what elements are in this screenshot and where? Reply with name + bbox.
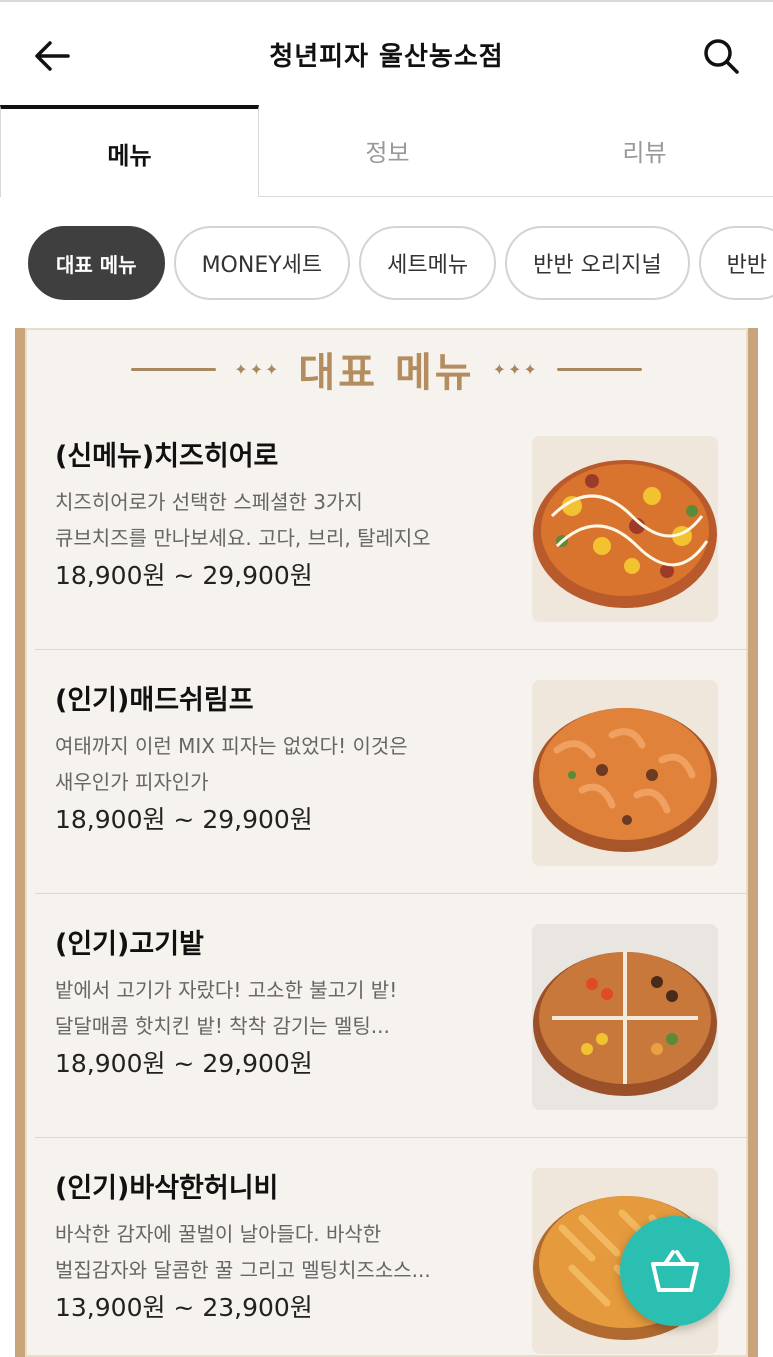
item-description-line: 벌집감자와 달콤한 꿀 그리고 멜팅치즈소스... xyxy=(55,1258,431,1282)
pizza-image xyxy=(532,924,718,1110)
item-price: 18,900원 ~ 29,900원 xyxy=(55,1049,313,1078)
item-description: 치즈히어로가 선택한 스페셜한 3가지 큐브치즈를 만나보세요. 고다, 브리,… xyxy=(55,484,495,556)
pizza-image xyxy=(532,436,718,622)
search-button[interactable] xyxy=(699,34,743,78)
item-price: 13,900원 ~ 23,900원 xyxy=(55,1293,313,1322)
item-description-line: 큐브치즈를 만나보세요. 고다, 브리, 탈레지오 xyxy=(55,526,431,550)
menu-item[interactable]: (인기)매드쉬림프 여태까지 이런 MIX 피자는 없었다! 이것은 새우인가 … xyxy=(35,650,748,894)
top-app-bar: 청년피자 울산농소점 xyxy=(0,0,773,105)
item-price: 18,900원 ~ 29,900원 xyxy=(55,561,313,590)
divider xyxy=(556,367,642,371)
item-name: (신메뉴)치즈히어로 xyxy=(55,441,279,472)
item-description-line: 밭에서 고기가 자랐다! 고소한 불고기 밭! xyxy=(55,978,398,1002)
chip-half-original[interactable]: 반반 오리지널 xyxy=(505,226,690,300)
tab-bar: 메뉴 정보 리뷰 xyxy=(0,105,773,197)
divider xyxy=(131,367,217,371)
tab-menu[interactable]: 메뉴 xyxy=(0,105,259,197)
category-chip-row: 대표 메뉴 MONEY세트 세트메뉴 반반 오리지널 반반 xyxy=(28,226,773,300)
tab-info[interactable]: 정보 xyxy=(259,105,516,196)
sparkle-icon: ✦✦✦ xyxy=(234,359,281,379)
cart-button[interactable] xyxy=(620,1216,730,1326)
item-description-line: 치즈히어로가 선택한 스페셜한 3가지 xyxy=(55,490,363,514)
item-name: (인기)바삭한허니비 xyxy=(55,1173,279,1204)
menu-item[interactable]: (인기)고기밭 밭에서 고기가 자랐다! 고소한 불고기 밭! 달달매콤 핫치킨… xyxy=(35,894,748,1138)
search-icon xyxy=(704,39,739,74)
menu-board: ✦✦✦ 대표 메뉴 ✦✦✦ (신메뉴)치즈히어로 치즈히어로가 선택한 스페셜한… xyxy=(15,328,758,1357)
section-title: 대표 메뉴 xyxy=(298,350,475,396)
page-title: 청년피자 울산농소점 xyxy=(269,42,504,72)
chip-set-menu[interactable]: 세트메뉴 xyxy=(359,226,497,300)
item-name: (인기)고기밭 xyxy=(55,929,204,960)
tab-reviews[interactable]: 리뷰 xyxy=(516,105,773,196)
sparkle-icon: ✦✦✦ xyxy=(492,359,539,379)
item-description-line: 여태까지 이런 MIX 피자는 없었다! 이것은 xyxy=(55,734,408,758)
item-description: 여태까지 이런 MIX 피자는 없었다! 이것은 새우인가 피자인가 xyxy=(55,728,495,800)
item-description: 바삭한 감자에 꿀벌이 날아들다. 바삭한 벌집감자와 달콤한 꿀 그리고 멜팅… xyxy=(55,1216,495,1288)
menu-item[interactable]: (신메뉴)치즈히어로 치즈히어로가 선택한 스페셜한 3가지 큐브치즈를 만나보… xyxy=(35,406,748,650)
item-description-line: 새우인가 피자인가 xyxy=(55,770,209,794)
section-header: ✦✦✦ 대표 메뉴 ✦✦✦ xyxy=(25,334,748,404)
item-name: (인기)매드쉬림프 xyxy=(55,685,254,716)
pizza-image xyxy=(532,680,718,866)
chip-half[interactable]: 반반 xyxy=(698,226,773,300)
basket-icon xyxy=(651,1250,699,1292)
item-description-line: 달달매콤 핫치킨 밭! 착착 감기는 멜팅... xyxy=(55,1014,390,1038)
item-description-line: 바삭한 감자에 꿀벌이 날아들다. 바삭한 xyxy=(55,1222,382,1246)
chip-signature-menu[interactable]: 대표 메뉴 xyxy=(28,226,165,300)
chip-money-set[interactable]: MONEY세트 xyxy=(173,226,351,300)
item-price: 18,900원 ~ 29,900원 xyxy=(55,805,313,834)
item-description: 밭에서 고기가 자랐다! 고소한 불고기 밭! 달달매콤 핫치킨 밭! 착착 감… xyxy=(55,972,495,1044)
